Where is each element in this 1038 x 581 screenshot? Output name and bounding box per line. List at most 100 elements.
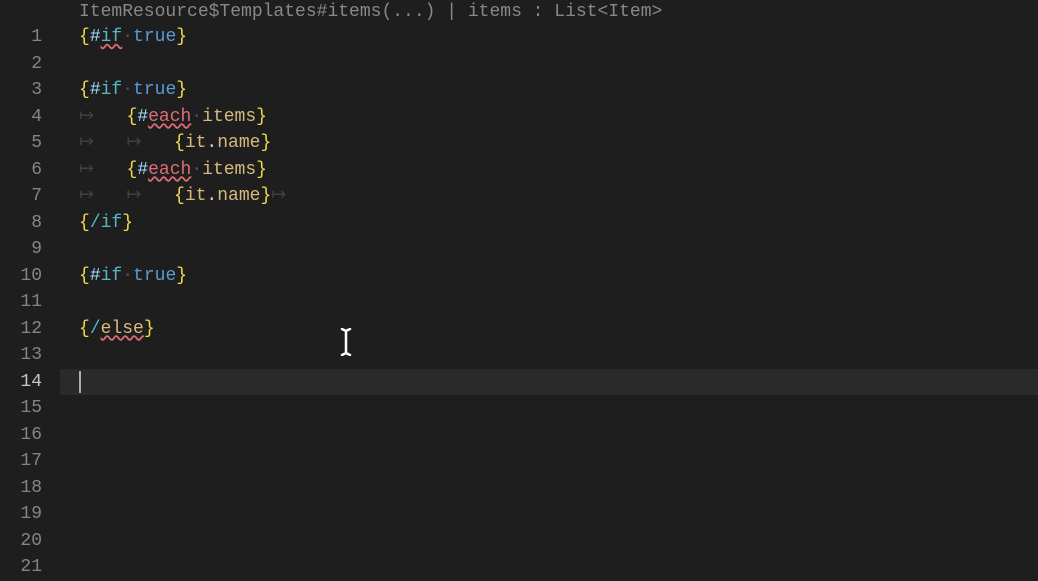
line-number: 10	[0, 263, 42, 290]
token-brace: {	[79, 80, 90, 100]
token-keyword: if	[101, 27, 123, 47]
line-number: 5	[0, 130, 42, 157]
token-dot: .	[206, 133, 217, 153]
token-ident: items	[202, 107, 256, 127]
code-line[interactable]: {#if·true}	[60, 24, 1038, 51]
code-line[interactable]: {/if}	[60, 210, 1038, 237]
token-hash: #	[90, 27, 101, 47]
token-arrow: ↦	[127, 133, 175, 153]
token-punct: ·	[122, 266, 133, 286]
token-brace: {	[174, 186, 185, 206]
token-brace: {	[127, 107, 138, 127]
token-prop: name	[217, 186, 260, 206]
breadcrumb[interactable]: ItemResource$Templates#items(...) | item…	[0, 0, 1038, 24]
code-line[interactable]: ↦ {#each·items}	[60, 104, 1038, 131]
line-number: 21	[0, 554, 42, 581]
token-brace: {	[79, 27, 90, 47]
token-arrow: ↦	[79, 133, 127, 153]
token-each: each	[148, 160, 191, 180]
token-brace: }	[260, 133, 271, 153]
token-each: each	[148, 107, 191, 127]
token-hash: #	[137, 107, 148, 127]
line-gutter: 123456789101112131415161718192021	[0, 24, 60, 566]
token-slash: /	[90, 319, 101, 339]
token-brace: {	[79, 213, 90, 233]
token-bool: true	[133, 80, 176, 100]
code-line[interactable]	[60, 342, 1038, 369]
token-arrow: ↦	[79, 107, 127, 127]
line-number: 11	[0, 289, 42, 316]
text-caret	[79, 371, 81, 393]
line-number: 20	[0, 528, 42, 555]
code-line[interactable]	[60, 448, 1038, 475]
token-hash: #	[90, 80, 101, 100]
token-brace: }	[256, 107, 267, 127]
token-punct: ·	[191, 160, 202, 180]
token-brace: {	[127, 160, 138, 180]
token-keyword: if	[101, 266, 123, 286]
line-number: 6	[0, 157, 42, 184]
line-number: 9	[0, 236, 42, 263]
token-punct: ·	[122, 27, 133, 47]
code-line[interactable]: {#if·true}	[60, 77, 1038, 104]
code-line[interactable]	[60, 422, 1038, 449]
line-number: 18	[0, 475, 42, 502]
code-area[interactable]: {#if·true}{#if·true}↦ {#each·items}↦ ↦ {…	[60, 24, 1038, 566]
token-brace: {	[79, 266, 90, 286]
code-line[interactable]	[60, 236, 1038, 263]
code-line[interactable]	[60, 554, 1038, 581]
line-number: 2	[0, 51, 42, 78]
token-bool: true	[133, 266, 176, 286]
line-number: 3	[0, 77, 42, 104]
line-number: 7	[0, 183, 42, 210]
token-ident: it	[185, 186, 207, 206]
token-hash: #	[90, 266, 101, 286]
line-number: 4	[0, 104, 42, 131]
code-line[interactable]: ↦ ↦ {it.name}↦	[60, 183, 1038, 210]
token-brace: }	[176, 27, 187, 47]
token-brace: }	[256, 160, 267, 180]
line-number: 12	[0, 316, 42, 343]
token-else: else	[101, 319, 144, 339]
token-arrow: ↦	[79, 186, 127, 206]
token-brace: }	[176, 80, 187, 100]
token-brace: }	[260, 186, 271, 206]
code-line[interactable]	[60, 51, 1038, 78]
line-number: 16	[0, 422, 42, 449]
code-line[interactable]	[60, 369, 1038, 396]
line-number: 1	[0, 24, 42, 51]
code-line[interactable]	[60, 528, 1038, 555]
code-line[interactable]	[60, 475, 1038, 502]
code-line[interactable]: ↦ ↦ {it.name}	[60, 130, 1038, 157]
code-line[interactable]: {#if·true}	[60, 263, 1038, 290]
token-arrow: ↦	[271, 186, 286, 206]
token-arrow: ↦	[127, 186, 175, 206]
token-brace: }	[122, 213, 133, 233]
token-ident: items	[202, 160, 256, 180]
code-line[interactable]	[60, 289, 1038, 316]
line-number: 19	[0, 501, 42, 528]
code-line[interactable]: ↦ {#each·items}	[60, 157, 1038, 184]
token-brace: {	[174, 133, 185, 153]
line-number: 15	[0, 395, 42, 422]
token-brace: }	[176, 266, 187, 286]
token-close: if	[101, 213, 123, 233]
token-slash: /	[90, 213, 101, 233]
editor-area: 123456789101112131415161718192021 {#if·t…	[0, 24, 1038, 566]
token-hash: #	[137, 160, 148, 180]
code-line[interactable]	[60, 501, 1038, 528]
token-prop: name	[217, 133, 260, 153]
token-ident: it	[185, 133, 207, 153]
token-brace: }	[144, 319, 155, 339]
token-bool: true	[133, 27, 176, 47]
line-number: 8	[0, 210, 42, 237]
line-number: 17	[0, 448, 42, 475]
token-punct: ·	[122, 80, 133, 100]
code-line[interactable]: {/else}	[60, 316, 1038, 343]
token-dot: .	[206, 186, 217, 206]
token-punct: ·	[191, 107, 202, 127]
code-line[interactable]	[60, 395, 1038, 422]
token-keyword: if	[101, 80, 123, 100]
token-arrow: ↦	[79, 160, 127, 180]
token-brace: {	[79, 319, 90, 339]
